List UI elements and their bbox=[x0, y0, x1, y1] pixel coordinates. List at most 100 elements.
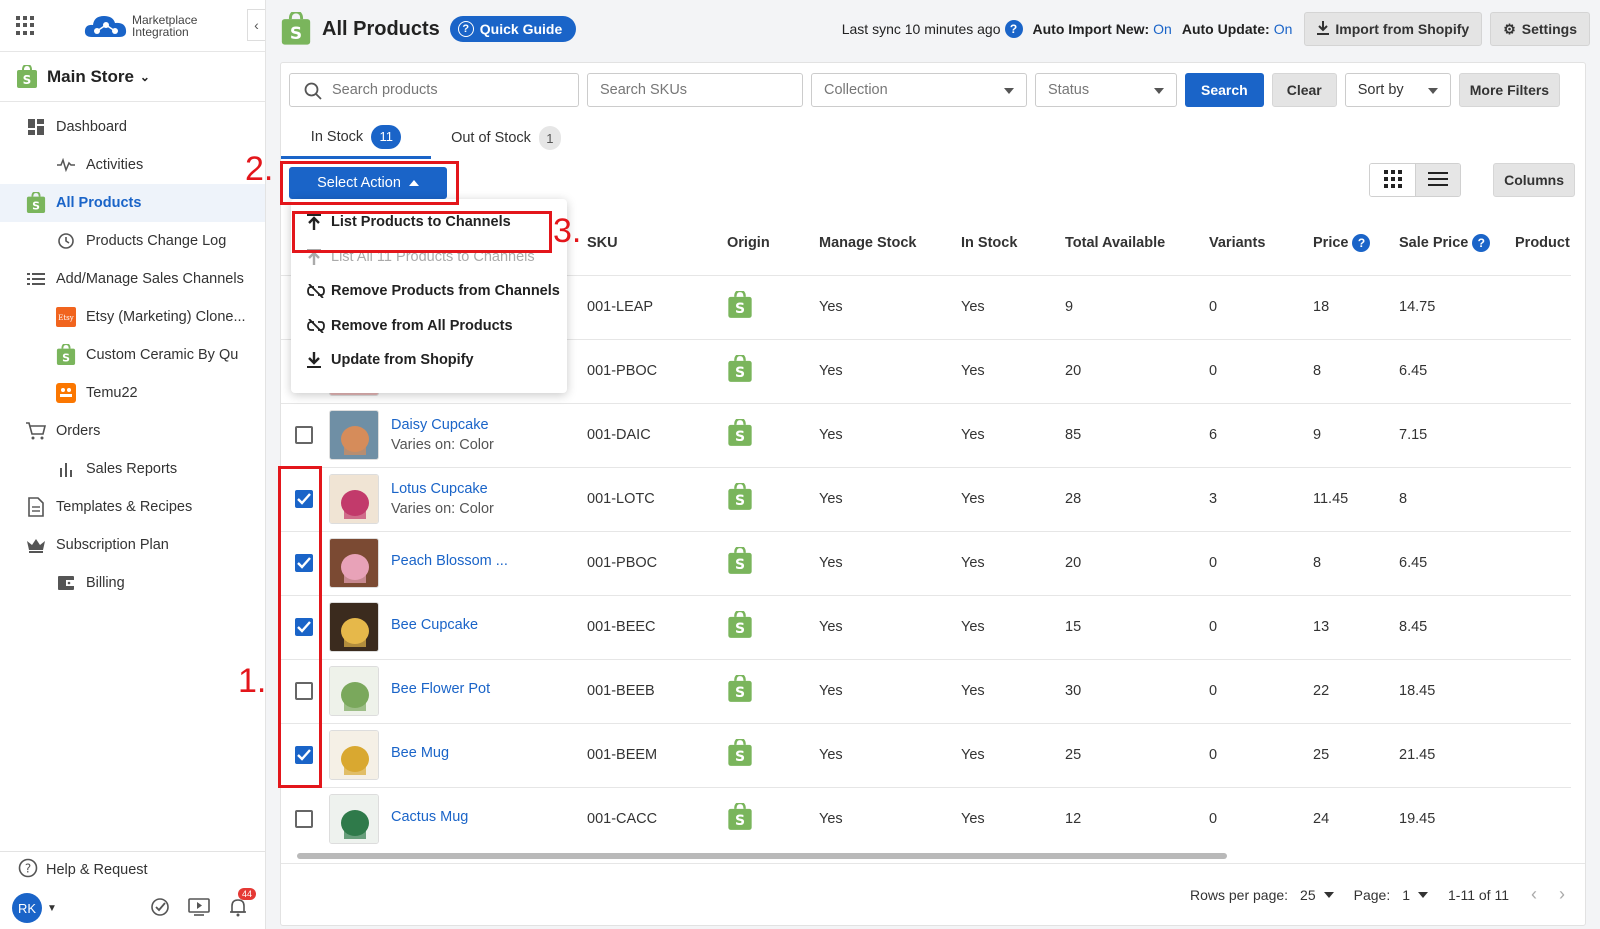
product-thumbnail[interactable] bbox=[329, 602, 379, 652]
sidebar-item-orders[interactable]: Orders bbox=[0, 412, 265, 450]
auto-import-toggle[interactable]: On bbox=[1153, 21, 1172, 37]
table-row[interactable]: Daisy Cupcake Varies on: Color 001-DAIC S Ye… bbox=[281, 402, 1571, 467]
manage-stock-cell: Yes bbox=[819, 658, 961, 723]
product-thumbnail[interactable] bbox=[329, 474, 379, 524]
video-player-icon[interactable] bbox=[188, 898, 210, 919]
help-request-link[interactable]: ? Help & Request bbox=[0, 852, 266, 888]
caret-down-icon[interactable]: ▼ bbox=[47, 903, 57, 914]
app-logo[interactable]: Marketplace Integration bbox=[82, 11, 197, 41]
sidebar-item-subscription[interactable]: Subscription Plan bbox=[0, 526, 265, 564]
product-name-link[interactable]: Bee Cupcake bbox=[391, 617, 587, 633]
sidebar-item-products-change-log[interactable]: Products Change Log bbox=[0, 222, 265, 260]
product-thumbnail[interactable] bbox=[329, 730, 379, 780]
rows-per-page-select[interactable]: 25 bbox=[1300, 887, 1334, 903]
header-price[interactable]: Price? bbox=[1313, 211, 1399, 275]
product-thumbnail[interactable] bbox=[329, 410, 379, 460]
row-checkbox[interactable] bbox=[295, 426, 313, 444]
table-row[interactable]: Peach Blossom ... 001-PBOC S Yes Yes 20 0 8 6.45 bbox=[281, 530, 1571, 595]
logo-text-line1: Marketplace bbox=[132, 12, 198, 27]
sidebar-top: Marketplace Integration ‹ bbox=[0, 0, 265, 52]
header-sale-price[interactable]: Sale Price? bbox=[1399, 211, 1515, 275]
sidebar-item-all-products[interactable]: S All Products bbox=[0, 184, 265, 222]
header-in-stock[interactable]: In Stock bbox=[961, 211, 1065, 275]
settings-button[interactable]: ⚙ Settings bbox=[1490, 12, 1590, 46]
product-name-link[interactable]: Peach Blossom ... bbox=[391, 553, 587, 569]
product-name-link[interactable]: Bee Mug bbox=[391, 745, 587, 761]
sidebar-item-sales-channels[interactable]: Add/Manage Sales Channels bbox=[0, 260, 265, 298]
quick-guide-button[interactable]: ? Quick Guide bbox=[449, 16, 577, 42]
avatar[interactable]: RK bbox=[12, 893, 42, 923]
table-row[interactable]: Bee Flower Pot 001-BEEB S Yes Yes 30 0 22 18.45 bbox=[281, 658, 1571, 723]
list-view-button[interactable] bbox=[1415, 164, 1460, 196]
tab-in-stock[interactable]: In Stock 11 bbox=[281, 117, 431, 159]
status-select[interactable]: Status bbox=[1035, 73, 1177, 107]
scrollbar-thumb[interactable] bbox=[297, 853, 1227, 859]
question-icon: ? bbox=[457, 21, 474, 37]
product-thumbnail[interactable] bbox=[329, 794, 379, 845]
list-icon bbox=[26, 269, 46, 289]
collapse-sidebar-button[interactable]: ‹ bbox=[247, 9, 265, 41]
price-help-icon[interactable]: ? bbox=[1352, 233, 1371, 252]
row-checkbox[interactable] bbox=[295, 810, 313, 829]
header-sku[interactable]: SKU bbox=[587, 211, 727, 275]
sync-help-icon[interactable]: ? bbox=[1004, 20, 1023, 38]
header-origin[interactable]: Origin bbox=[727, 211, 819, 275]
search-skus-input[interactable]: Search SKUs bbox=[587, 73, 803, 107]
next-page-icon[interactable]: › bbox=[1559, 884, 1565, 905]
sort-by-select[interactable]: Sort by bbox=[1344, 73, 1451, 107]
search-button[interactable]: Search bbox=[1185, 73, 1264, 107]
page-select[interactable]: 1 bbox=[1402, 887, 1429, 903]
product-thumbnail[interactable] bbox=[329, 666, 379, 716]
import-from-shopify-button[interactable]: Import from Shopify bbox=[1304, 12, 1483, 46]
table-row[interactable]: Bee Cupcake 001-BEEC S Yes Yes 15 0 13 8.45 bbox=[281, 594, 1571, 659]
total-available-cell: 28 bbox=[1065, 466, 1209, 531]
collection-label: Collection bbox=[824, 82, 888, 98]
table-row[interactable]: Cactus Mug 001-CACC S Yes Yes 12 0 24 19.45 bbox=[281, 786, 1571, 851]
header-variants[interactable]: Variants bbox=[1209, 211, 1313, 275]
more-filters-button[interactable]: More Filters bbox=[1458, 73, 1561, 107]
sidebar-nav: Dashboard Activities S All Products Prod… bbox=[0, 102, 265, 602]
sidebar-item-custom-ceramic[interactable]: S Custom Ceramic By Qu bbox=[0, 336, 265, 374]
sale-price-cell: 19.45 bbox=[1399, 786, 1515, 851]
product-thumbnail[interactable] bbox=[329, 538, 379, 588]
header-total-available[interactable]: Total Available bbox=[1065, 211, 1209, 275]
page-title: All Products bbox=[322, 17, 440, 40]
grid-view-button[interactable] bbox=[1370, 164, 1415, 196]
search-products-input[interactable]: Search products bbox=[289, 73, 579, 107]
product-name-link[interactable]: Daisy Cupcake bbox=[391, 417, 587, 433]
history-icon bbox=[56, 231, 76, 251]
apps-grid-icon[interactable] bbox=[16, 15, 36, 36]
sidebar-item-etsy-channel[interactable]: Etsy Etsy (Marketing) Clone... bbox=[0, 298, 265, 336]
columns-button[interactable]: Columns bbox=[1493, 163, 1575, 197]
auto-update-toggle[interactable]: On bbox=[1274, 21, 1293, 37]
menu-item-remove-from-channels[interactable]: Remove Products from Channels bbox=[291, 274, 567, 309]
menu-item-remove-from-all-products[interactable]: Remove from All Products bbox=[291, 309, 567, 344]
bell-icon[interactable]: 44 bbox=[228, 888, 256, 920]
table-row[interactable]: Bee Mug 001-BEEM S Yes Yes 25 0 25 21.45 bbox=[281, 722, 1571, 787]
sidebar-item-activities[interactable]: Activities bbox=[0, 146, 265, 184]
sidebar-item-sales-reports[interactable]: Sales Reports bbox=[0, 450, 265, 488]
sidebar-item-templates[interactable]: Templates & Recipes bbox=[0, 488, 265, 526]
in-stock-cell: Yes bbox=[961, 594, 1065, 659]
check-circle-icon[interactable] bbox=[150, 897, 170, 920]
header-manage-stock[interactable]: Manage Stock bbox=[819, 211, 961, 275]
manage-stock-cell: Yes bbox=[819, 274, 961, 339]
sidebar-item-billing[interactable]: Billing bbox=[0, 564, 265, 602]
table-row[interactable]: Lotus Cupcake Varies on: Color 001-LOTC S Ye… bbox=[281, 466, 1571, 531]
sidebar-item-temu[interactable]: Temu22 bbox=[0, 374, 265, 412]
horizontal-scrollbar[interactable] bbox=[289, 851, 1579, 861]
header-product[interactable]: Product bbox=[1515, 211, 1571, 275]
store-selector[interactable]: S Main Store ⌄ bbox=[0, 52, 265, 102]
product-name-link[interactable]: Cactus Mug bbox=[391, 809, 587, 825]
prev-page-icon[interactable]: ‹ bbox=[1531, 884, 1537, 905]
collection-select[interactable]: Collection bbox=[811, 73, 1027, 107]
tab-out-of-stock[interactable]: Out of Stock 1 bbox=[431, 117, 581, 159]
product-name-link[interactable]: Lotus Cupcake bbox=[391, 481, 587, 497]
shopify-icon: S bbox=[727, 417, 753, 451]
clear-button[interactable]: Clear bbox=[1271, 73, 1337, 107]
sale-price-help-icon[interactable]: ? bbox=[1472, 233, 1491, 252]
shopify-icon: S bbox=[17, 64, 37, 88]
product-name-link[interactable]: Bee Flower Pot bbox=[391, 681, 587, 697]
menu-item-update-from-shopify[interactable]: Update from Shopify bbox=[291, 343, 567, 378]
sidebar-item-dashboard[interactable]: Dashboard bbox=[0, 108, 265, 146]
